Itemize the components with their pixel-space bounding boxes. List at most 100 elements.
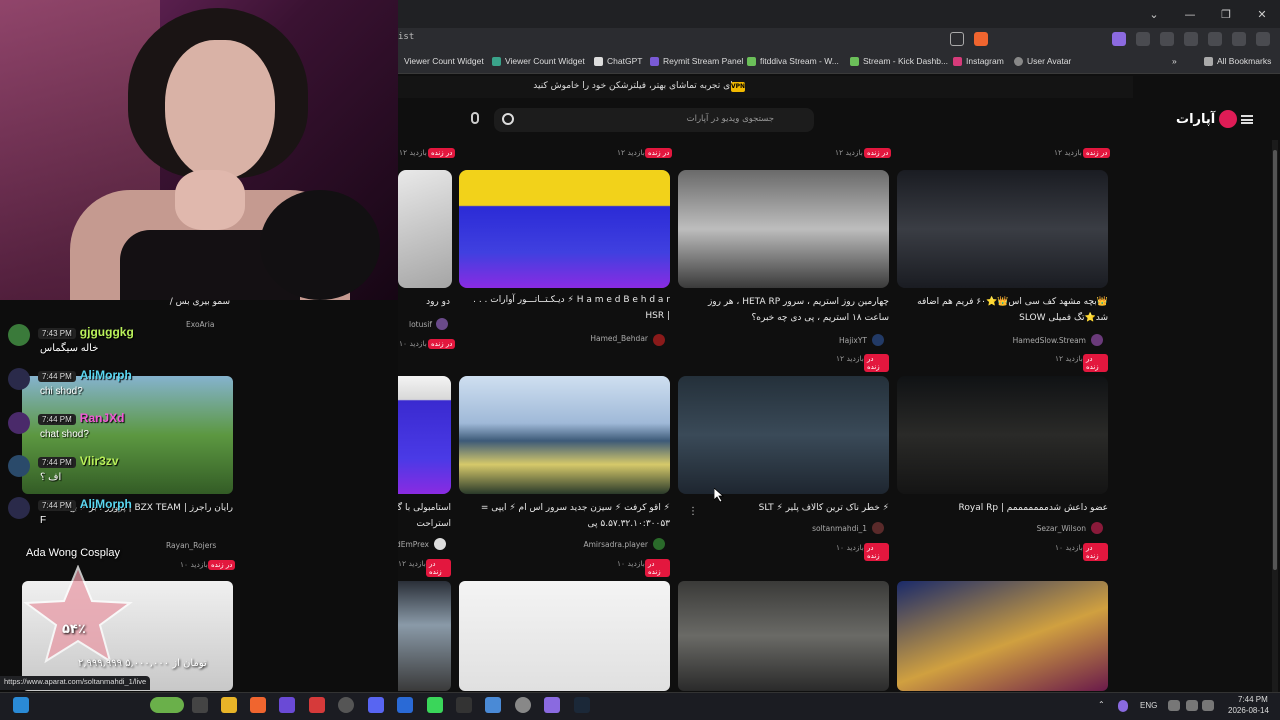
close-icon[interactable]: ✕ <box>1244 0 1280 28</box>
video-card[interactable]: عضو داعش شدمممممممم | Royal Rp Sezar_Wil… <box>897 376 1108 561</box>
aparat-logo[interactable]: آپارات <box>1176 110 1238 128</box>
reymit-app-icon[interactable] <box>279 697 295 713</box>
volume-icon[interactable] <box>1202 700 1214 711</box>
viewer-count: ۱۲ بازدید <box>399 148 427 157</box>
video-card[interactable]: چهارمین روز استریم ، سرور HETA RP ، هر ر… <box>678 170 889 372</box>
clock-time[interactable]: 7:44 PM <box>1238 695 1268 704</box>
channel-name[interactable]: Rayan_Rojers <box>166 541 216 550</box>
bookmark-item[interactable]: ChatGPT <box>594 56 642 66</box>
channel-avatar[interactable] <box>434 538 446 550</box>
wallet-icon[interactable] <box>1232 32 1246 46</box>
widget-icon[interactable] <box>150 697 184 713</box>
video-title[interactable]: عضو داعش شدمممممممم | Royal Rp <box>908 500 1108 516</box>
video-thumbnail[interactable] <box>897 376 1108 494</box>
video-title[interactable]: ⚡ خطر ناک ترین کالاف پلیر ⚡ SLT <box>689 500 889 516</box>
tray-overflow-icon[interactable]: ⌃ <box>1098 700 1105 709</box>
video-thumbnail[interactable] <box>897 170 1108 288</box>
extension-icon[interactable] <box>1112 32 1126 46</box>
video-title[interactable]: دو رود <box>398 294 450 310</box>
video-thumbnail[interactable] <box>459 170 670 288</box>
url-text[interactable]: ist <box>398 32 414 42</box>
all-bookmarks[interactable]: All Bookmarks <box>1204 56 1271 66</box>
network-icon[interactable] <box>1168 700 1180 711</box>
video-thumbnail[interactable] <box>678 170 889 288</box>
gamepad-icon[interactable] <box>544 697 560 713</box>
video-title[interactable]: 👑بچه مشهد کف سی اس👑⭐۶۰ فریم هم اضافه شد⭐… <box>908 294 1108 326</box>
bookmarks-overflow-icon[interactable]: » <box>1172 56 1177 66</box>
app-icon[interactable] <box>485 697 501 713</box>
channel-name[interactable]: HamedSlow.Stream <box>1013 336 1086 345</box>
extension-icon[interactable] <box>1136 32 1150 46</box>
channel-avatar[interactable] <box>872 522 884 534</box>
video-thumbnail[interactable] <box>459 376 670 494</box>
video-card[interactable]: 👑بچه مشهد کف سی اس👑⭐۶۰ فریم هم اضافه شد⭐… <box>897 170 1108 372</box>
extension-icon[interactable] <box>1160 32 1174 46</box>
wifi-icon[interactable] <box>1186 700 1198 711</box>
channel-name[interactable]: Hamed_Behdar <box>590 334 648 343</box>
microphone-icon[interactable] <box>471 112 479 124</box>
brave-browser-icon[interactable] <box>250 697 266 713</box>
video-thumbnail[interactable] <box>398 170 452 288</box>
channel-avatar[interactable] <box>872 334 884 346</box>
channel-avatar[interactable] <box>1091 522 1103 534</box>
obs-icon[interactable] <box>338 697 354 713</box>
task-view-icon[interactable] <box>192 697 208 713</box>
windows-start-icon[interactable] <box>13 697 29 713</box>
puzzle-icon[interactable] <box>1184 32 1198 46</box>
viewer-count: ۱۰ بازدید <box>180 560 208 569</box>
viewer-count: ۱۲ بازدید <box>617 148 645 157</box>
terminal-icon[interactable] <box>456 697 472 713</box>
scrollbar-thumb[interactable] <box>1273 150 1277 570</box>
bookmark-item[interactable]: Stream - Kick Dashb... <box>850 56 948 66</box>
channel-name[interactable]: Sezar_Wilson <box>1037 524 1086 533</box>
webcam-overlay <box>0 0 398 300</box>
brave-shield-icon[interactable] <box>974 32 988 46</box>
bookmark-item[interactable]: fitddiva Stream - W... <box>747 56 839 66</box>
microphone-tray-icon[interactable] <box>1118 700 1128 712</box>
overlay-tag: Ada Wong Cosplay <box>26 547 120 559</box>
app-icon[interactable] <box>515 697 531 713</box>
video-thumbnail[interactable] <box>897 581 1108 691</box>
app-icon[interactable] <box>309 697 325 713</box>
clock-date[interactable]: 2026-08-14 <box>1228 706 1269 715</box>
video-card[interactable]: ⚡ اقو کرفت ⚡ سیزن جدید سرور اس ام ⚡ ایپی… <box>459 376 670 577</box>
kick-icon[interactable] <box>427 697 443 713</box>
video-title[interactable]: H a m e d B e h d a r ⚡ دیـکـتــاتـــور … <box>470 292 670 324</box>
video-card[interactable]: ⋮ ⚡ خطر ناک ترین کالاف پلیر ⚡ SLT soltan… <box>678 376 889 561</box>
bookmark-item[interactable]: Viewer Count Widget <box>492 56 585 66</box>
cast-icon[interactable] <box>950 32 964 46</box>
steam-icon[interactable] <box>574 697 590 713</box>
video-thumbnail[interactable] <box>459 581 670 691</box>
discord-icon[interactable] <box>368 697 384 713</box>
bookmark-item[interactable]: Reymit Stream Panel <box>650 56 743 66</box>
channel-avatar[interactable] <box>653 334 665 346</box>
channel-name[interactable]: Amirsadra.player <box>583 540 648 549</box>
channel-name[interactable]: soltanmahdi_1 <box>812 524 867 533</box>
search-input[interactable]: جستجوی ویدیو در آپارات <box>494 108 814 132</box>
bookmark-item[interactable]: User Avatar <box>1014 56 1071 66</box>
video-thumbnail[interactable] <box>678 376 889 494</box>
folder-icon <box>1204 56 1213 66</box>
file-explorer-icon[interactable] <box>221 697 237 713</box>
more-menu-icon[interactable] <box>1256 32 1270 46</box>
video-card[interactable]: H a m e d B e h d a r ⚡ دیـکـتــاتـــور … <box>459 170 670 350</box>
video-title[interactable]: چهارمین روز استریم ، سرور HETA RP ، هر ر… <box>689 294 889 326</box>
video-thumbnail[interactable] <box>678 581 889 691</box>
tab-list-icon[interactable]: ⌄ <box>1136 0 1172 28</box>
channel-avatar[interactable] <box>436 318 448 330</box>
bookmark-item[interactable]: Instagram <box>953 56 1004 66</box>
search-icon[interactable] <box>502 113 514 125</box>
language-indicator[interactable]: ENG <box>1140 701 1157 710</box>
live-badge: در زنده <box>864 543 889 561</box>
app-icon[interactable] <box>397 697 413 713</box>
channel-avatar[interactable] <box>653 538 665 550</box>
screen: ⌄ — ❐ ✕ ist Viewer Count Widget Viewer C… <box>0 0 1280 720</box>
minimize-icon[interactable]: — <box>1172 0 1208 28</box>
sidebar-icon[interactable] <box>1208 32 1222 46</box>
video-title[interactable]: ⚡ اقو کرفت ⚡ سیزن جدید سرور اس ام ⚡ ایپی… <box>470 500 670 532</box>
channel-avatar[interactable] <box>1091 334 1103 346</box>
restore-icon[interactable]: ❐ <box>1208 0 1244 28</box>
bookmark-item[interactable]: Viewer Count Widget <box>404 56 484 66</box>
hamburger-menu-icon[interactable] <box>1241 115 1253 124</box>
channel-name[interactable]: HajixYT <box>839 336 867 345</box>
